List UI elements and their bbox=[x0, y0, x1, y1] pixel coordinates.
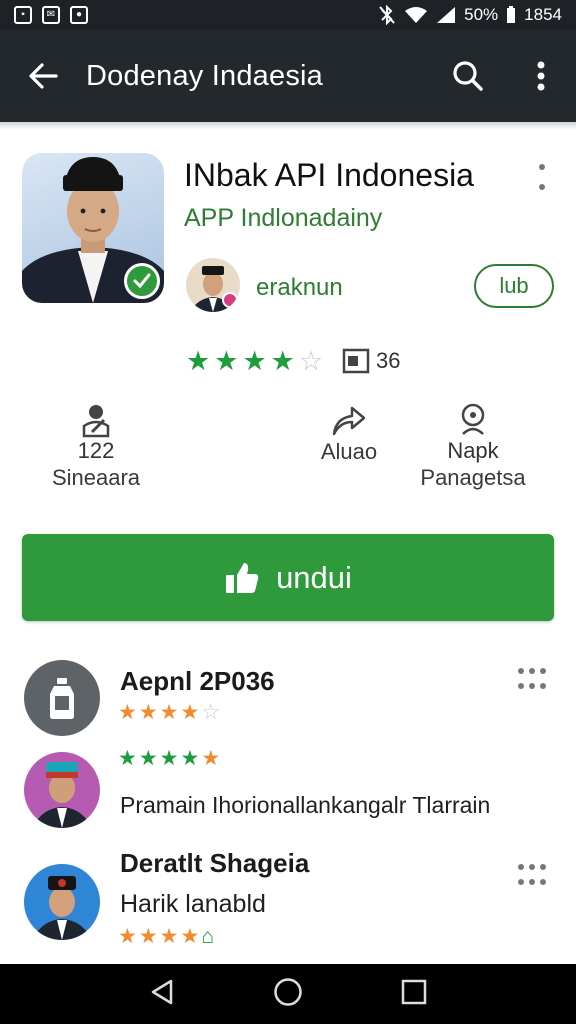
star-filled-icon: ★ bbox=[118, 701, 137, 724]
star-filled-icon: ★ bbox=[138, 747, 158, 770]
review-item: Aepnl 2P036 ★ ★ ★ ★ ☆ bbox=[22, 656, 554, 738]
star-filled-icon: ★ bbox=[180, 747, 200, 770]
online-indicator-icon bbox=[222, 292, 238, 308]
review-item: ★ ★ ★ ★ ★ Pramain Ihorionallankangalr Tl… bbox=[22, 748, 554, 834]
mail-notification-icon: ✉ bbox=[42, 6, 60, 24]
app-subtitle[interactable]: APP Indlonadainy bbox=[184, 204, 382, 233]
reviews-count-value: 36 bbox=[376, 348, 401, 373]
pill-button[interactable]: lub bbox=[474, 264, 554, 308]
overflow-menu-button[interactable] bbox=[506, 30, 576, 122]
star-filled-icon: ★ bbox=[186, 346, 211, 376]
stat-person-label: Panagetsa bbox=[420, 465, 526, 490]
developer-avatar[interactable] bbox=[186, 258, 240, 312]
star-outline-icon: ⌂ bbox=[201, 925, 214, 948]
system-nav-bar bbox=[0, 964, 576, 1024]
star-empty-icon: ☆ bbox=[201, 701, 221, 724]
review-text: Harik lanabld bbox=[120, 890, 266, 918]
search-button[interactable] bbox=[430, 30, 506, 122]
app-more-button[interactable] bbox=[530, 162, 554, 192]
review-item: Deratlt Shageia Harik lanabld ★ ★ ★ ★ ⌂ bbox=[22, 846, 554, 954]
stat-downloads: 122 Sineaara bbox=[50, 402, 142, 492]
circle-home-icon bbox=[274, 977, 302, 1006]
install-button-label: undui bbox=[276, 559, 352, 595]
star-filled-icon: ★ bbox=[118, 925, 137, 948]
nav-recents-button[interactable] bbox=[401, 979, 427, 1010]
reviewer-avatar[interactable] bbox=[24, 864, 100, 940]
battery-percent: 50% bbox=[464, 5, 499, 24]
nav-back-button[interactable] bbox=[149, 978, 175, 1011]
more-dot-icon bbox=[539, 184, 545, 190]
reviewer-portrait bbox=[32, 876, 92, 940]
more-dot-icon bbox=[539, 164, 545, 170]
clock: 1854 bbox=[524, 5, 562, 24]
star-filled-icon: ★ bbox=[214, 346, 239, 376]
developer-name[interactable]: eraknun bbox=[256, 274, 343, 302]
review-stars: ★ ★ ★ ★ ☆ bbox=[118, 702, 220, 723]
star-filled-icon: ★ bbox=[242, 346, 267, 376]
stat-share[interactable]: Aluao bbox=[306, 402, 392, 466]
stat-share-label: Aluao bbox=[320, 439, 378, 464]
user-edit-icon bbox=[82, 405, 110, 438]
person-icon bbox=[461, 403, 485, 435]
stat-downloads-label: Sineaara bbox=[51, 465, 141, 490]
arrow-back-icon bbox=[29, 63, 58, 89]
bottle-icon bbox=[50, 678, 74, 719]
photo-notification-icon: ▪ bbox=[14, 6, 32, 24]
more-vert-icon bbox=[537, 61, 545, 91]
review-menu-button[interactable] bbox=[518, 864, 550, 888]
reviewer-name: Deratlt Shageia bbox=[120, 848, 310, 878]
reviewer-portrait bbox=[32, 762, 92, 828]
star-filled-icon: ★ bbox=[201, 747, 221, 770]
thumbs-up-icon bbox=[226, 562, 259, 593]
app-bar: Dodenay Indaesia bbox=[0, 30, 576, 122]
app-icon[interactable] bbox=[22, 153, 164, 303]
star-filled-icon: ★ bbox=[159, 925, 179, 948]
status-bar: ▪ ✉ ● 50% 1854 bbox=[0, 0, 576, 30]
page-title: Dodenay Indaesia bbox=[86, 59, 323, 92]
verified-icon bbox=[124, 263, 160, 299]
app-rating-stars: ★ ★ ★ ★ ☆ bbox=[186, 348, 323, 375]
star-filled-icon: ★ bbox=[180, 701, 200, 724]
wifi-icon bbox=[405, 7, 428, 23]
signal-icon bbox=[437, 7, 456, 23]
star-filled-icon: ★ bbox=[180, 925, 200, 948]
search-icon bbox=[453, 61, 483, 91]
review-icon bbox=[342, 348, 370, 374]
app-title: INbak API Indonesia bbox=[184, 157, 474, 193]
review-stars: ★ ★ ★ ★ ⌂ bbox=[118, 926, 214, 947]
stat-downloads-value: 122 bbox=[77, 438, 115, 463]
star-filled-icon: ★ bbox=[138, 925, 158, 948]
reviewer-avatar[interactable] bbox=[24, 660, 100, 736]
star-filled-icon: ★ bbox=[118, 747, 137, 770]
reviews-count: 36 bbox=[342, 348, 400, 374]
reviewer-name: Aepnl 2P036 bbox=[120, 666, 275, 696]
app-bar-shadow bbox=[0, 122, 576, 130]
nav-home-button[interactable] bbox=[273, 977, 303, 1012]
stat-person-value: Napk bbox=[447, 438, 499, 463]
star-empty-icon: ☆ bbox=[298, 346, 324, 376]
star-filled-icon: ★ bbox=[138, 701, 158, 724]
bluetooth-off-icon bbox=[379, 5, 395, 25]
stat-person: Napk Panagetsa bbox=[416, 402, 530, 492]
square-recents-icon bbox=[401, 979, 427, 1004]
install-button[interactable]: undui bbox=[22, 534, 554, 621]
star-filled-icon: ★ bbox=[270, 346, 295, 376]
review-menu-button[interactable] bbox=[518, 668, 550, 692]
review-text: Pramain Ihorionallankangalr Tlarrain bbox=[120, 792, 491, 818]
media-notification-icon: ● bbox=[70, 6, 88, 24]
reviewer-avatar[interactable] bbox=[24, 752, 100, 828]
triangle-back-icon bbox=[151, 979, 173, 1004]
back-button[interactable] bbox=[0, 30, 86, 122]
star-filled-icon: ★ bbox=[159, 747, 179, 770]
share-icon bbox=[332, 406, 366, 436]
star-filled-icon: ★ bbox=[159, 701, 179, 724]
battery-icon bbox=[507, 6, 516, 23]
review-stars: ★ ★ ★ ★ ★ bbox=[118, 748, 220, 769]
